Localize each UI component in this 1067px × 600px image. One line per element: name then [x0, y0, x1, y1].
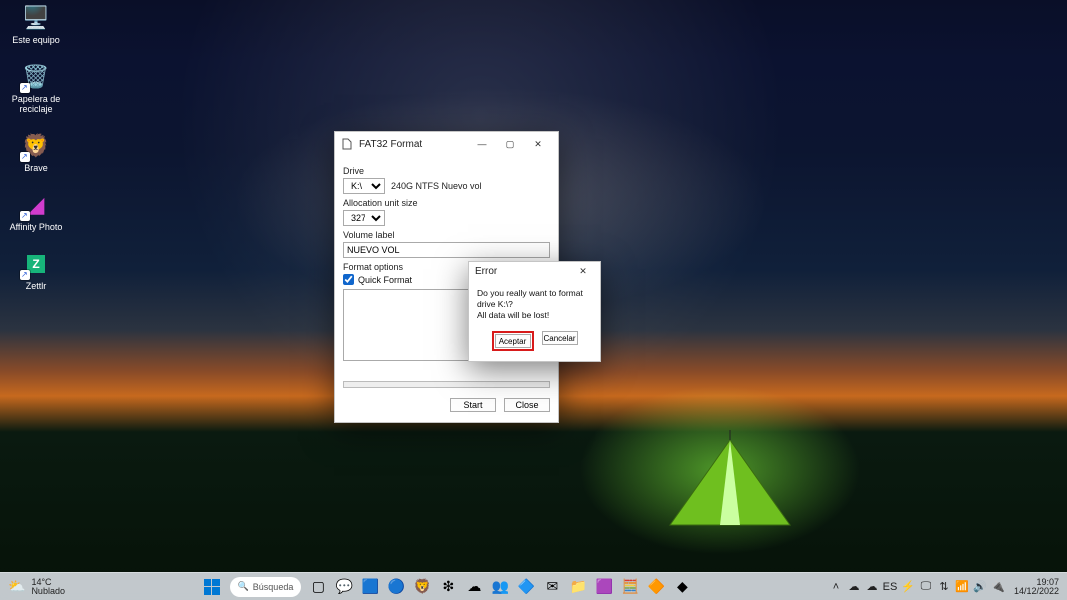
- tray-net-icon[interactable]: ⇅: [936, 579, 952, 595]
- search-icon: 🔍: [238, 581, 249, 592]
- maximize-button[interactable]: ▢: [496, 132, 524, 156]
- volume-label-label: Volume label: [343, 230, 550, 240]
- desktop-icon-label: Zettlr: [26, 281, 47, 291]
- dialog-titlebar[interactable]: Error ✕: [469, 262, 600, 280]
- cancel-button[interactable]: Cancelar: [542, 331, 578, 345]
- desktop-icon-label: Affinity Photo: [10, 222, 63, 232]
- taskbar-app-app2[interactable]: 🔷: [515, 576, 537, 598]
- taskbar-app-onedrive[interactable]: ☁: [463, 576, 485, 598]
- tray-expand-icon[interactable]: ˄: [828, 579, 844, 595]
- taskbar-app-taskview[interactable]: ▢: [307, 576, 329, 598]
- weather-icon: ⛅: [8, 578, 25, 595]
- taskbar-app-teams[interactable]: 👥: [489, 576, 511, 598]
- clock-date: 14/12/2022: [1014, 587, 1059, 596]
- tray-vol-icon[interactable]: 🔊: [972, 579, 988, 595]
- minimize-button[interactable]: —: [468, 132, 496, 156]
- desktop-icon-affinity[interactable]: ◢ Affinity Photo: [4, 191, 68, 232]
- taskbar-app-app1[interactable]: ❇: [437, 576, 459, 598]
- tray-battery-icon[interactable]: ⚡: [900, 579, 916, 595]
- quick-format-checkbox[interactable]: [343, 274, 354, 285]
- tray-power-icon[interactable]: 🔌: [990, 579, 1006, 595]
- drive-select[interactable]: K:\: [343, 178, 385, 194]
- window-title: FAT32 Format: [359, 139, 422, 150]
- brave-icon: 🦁: [22, 132, 50, 160]
- volume-label-input[interactable]: [343, 242, 550, 258]
- start-button[interactable]: Start: [450, 398, 496, 412]
- tray-lang-icon[interactable]: ES: [882, 579, 898, 595]
- weather-widget[interactable]: ⛅ 14°C Nublado: [8, 578, 65, 596]
- quick-format-label: Quick Format: [358, 275, 412, 285]
- taskbar-app-chrome[interactable]: 🔵: [385, 576, 407, 598]
- monitor-icon: 🖥️: [22, 4, 50, 32]
- zettlr-icon: Z: [22, 250, 50, 278]
- error-dialog: Error ✕ Do you really want to format dri…: [468, 261, 601, 362]
- drive-label: Drive: [343, 166, 550, 176]
- affinity-photo-icon: ◢: [22, 191, 50, 219]
- taskbar-app-app5[interactable]: ◆: [671, 576, 693, 598]
- desktop-icon-label: Brave: [24, 163, 48, 173]
- desktop-icon-zettlr[interactable]: Z Zettlr: [4, 250, 68, 291]
- desktop-icons: 🖥️ Este equipo 🗑️ Papelera de reciclaje …: [4, 4, 68, 291]
- taskbar-app-brave[interactable]: 🦁: [411, 576, 433, 598]
- alloc-label: Allocation unit size: [343, 198, 550, 208]
- accept-highlight: Aceptar: [492, 331, 534, 351]
- taskbar-app-obsidian[interactable]: 🔶: [645, 576, 667, 598]
- clock[interactable]: 19:07 14/12/2022: [1014, 578, 1059, 596]
- close-button[interactable]: ✕: [524, 132, 552, 156]
- taskbar-app-app4[interactable]: 🧮: [619, 576, 641, 598]
- tent-graphic: [650, 430, 810, 530]
- search-box[interactable]: 🔍 Búsqueda: [230, 577, 302, 597]
- windows-logo-icon: [204, 579, 220, 595]
- desktop-icon-este-equipo[interactable]: 🖥️ Este equipo: [4, 4, 68, 45]
- accept-button[interactable]: Aceptar: [495, 334, 531, 348]
- taskbar-app-chat[interactable]: 💬: [333, 576, 355, 598]
- dialog-message: Do you really want to format drive K:\? …: [477, 288, 592, 321]
- progress-bar: [343, 381, 550, 388]
- taskbar-app-explorer[interactable]: 📁: [567, 576, 589, 598]
- desktop-icon-brave[interactable]: 🦁 Brave: [4, 132, 68, 173]
- tray-wifi-icon[interactable]: 📶: [954, 579, 970, 595]
- titlebar[interactable]: FAT32 Format — ▢ ✕: [335, 132, 558, 156]
- close-window-button[interactable]: Close: [504, 398, 550, 412]
- taskbar-app-app3[interactable]: 🟪: [593, 576, 615, 598]
- taskbar: ⛅ 14°C Nublado 🔍 Búsqueda ▢💬🟦🔵🦁❇☁👥🔷✉📁🟪🧮🔶…: [0, 572, 1067, 600]
- start-button[interactable]: [200, 575, 224, 599]
- weather-desc: Nublado: [31, 587, 65, 596]
- taskbar-app-edge[interactable]: 🟦: [359, 576, 381, 598]
- tray-onedrive-icon[interactable]: ☁: [846, 579, 862, 595]
- desktop-icon-label: Papelera de reciclaje: [4, 94, 68, 114]
- app-icon: [341, 138, 353, 150]
- alloc-select[interactable]: 32768: [343, 210, 385, 226]
- drive-info: 240G NTFS Nuevo vol: [391, 181, 482, 191]
- dialog-title: Error: [475, 266, 497, 277]
- desktop-icon-label: Este equipo: [12, 35, 60, 45]
- dialog-close-button[interactable]: ✕: [572, 262, 594, 280]
- taskbar-app-mail[interactable]: ✉: [541, 576, 563, 598]
- desktop-icon-papelera[interactable]: 🗑️ Papelera de reciclaje: [4, 63, 68, 114]
- tray-screen-icon[interactable]: 🖵: [918, 579, 934, 595]
- recycle-bin-icon: 🗑️: [22, 63, 50, 91]
- search-placeholder: Búsqueda: [253, 582, 294, 592]
- tray-cloud2-icon[interactable]: ☁: [864, 579, 880, 595]
